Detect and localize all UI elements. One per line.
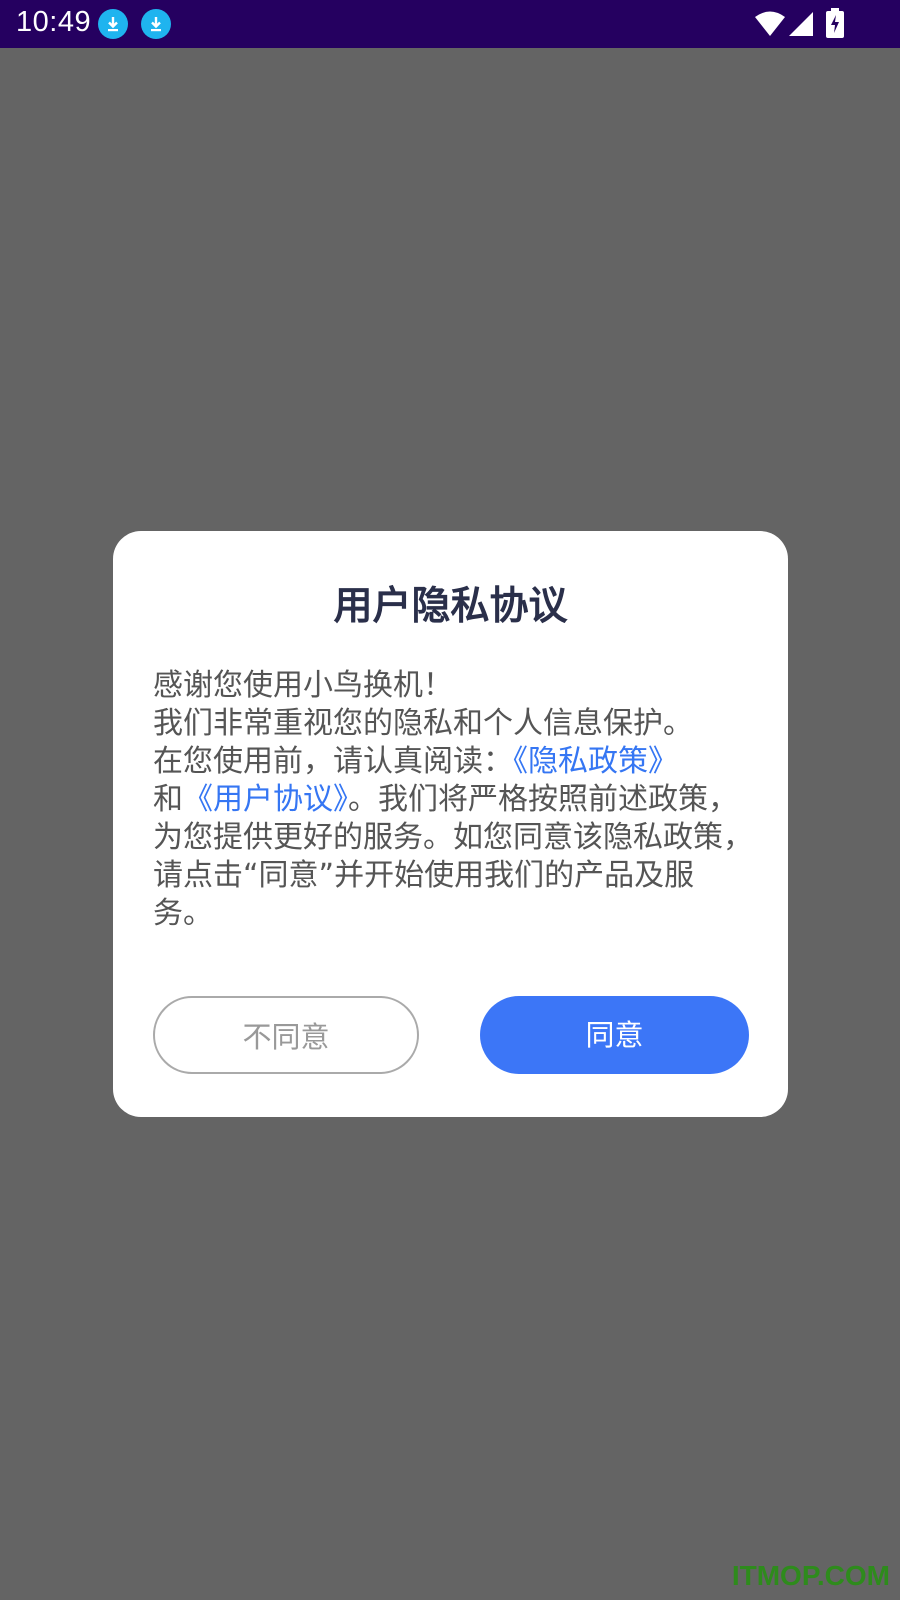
download-icon	[141, 9, 171, 39]
message-importance: 我们非常重视您的隐私和个人信息保护。	[153, 706, 693, 741]
status-time: 10:49	[16, 6, 92, 38]
disagree-button[interactable]: 不同意	[153, 996, 419, 1074]
user-agreement-link[interactable]: 《用户协议》	[183, 782, 348, 817]
battery-charging-icon	[826, 8, 844, 42]
download-icon	[98, 9, 128, 39]
dialog-message: 感谢您使用小鸟换机！ 我们非常重视您的隐私和个人信息保护。 在您使用前，请认真阅…	[153, 667, 753, 933]
status-bar: 10:49	[0, 0, 900, 48]
privacy-policy-link[interactable]: 《隐私政策》	[513, 744, 678, 779]
message-greeting: 感谢您使用小鸟换机！	[153, 668, 453, 703]
agree-button[interactable]: 同意	[480, 996, 749, 1074]
watermark: ITMOP.COM	[731, 1560, 890, 1591]
privacy-dialog: 用户隐私协议 感谢您使用小鸟换机！ 我们非常重视您的隐私和个人信息保护。 在您使…	[113, 531, 788, 1117]
cellular-signal-icon	[788, 10, 814, 42]
wifi-icon	[754, 10, 786, 42]
message-and: 和	[153, 782, 183, 817]
message-read-prompt: 在您使用前，请认真阅读：	[153, 744, 513, 779]
dialog-title: 用户隐私协议	[333, 584, 568, 629]
